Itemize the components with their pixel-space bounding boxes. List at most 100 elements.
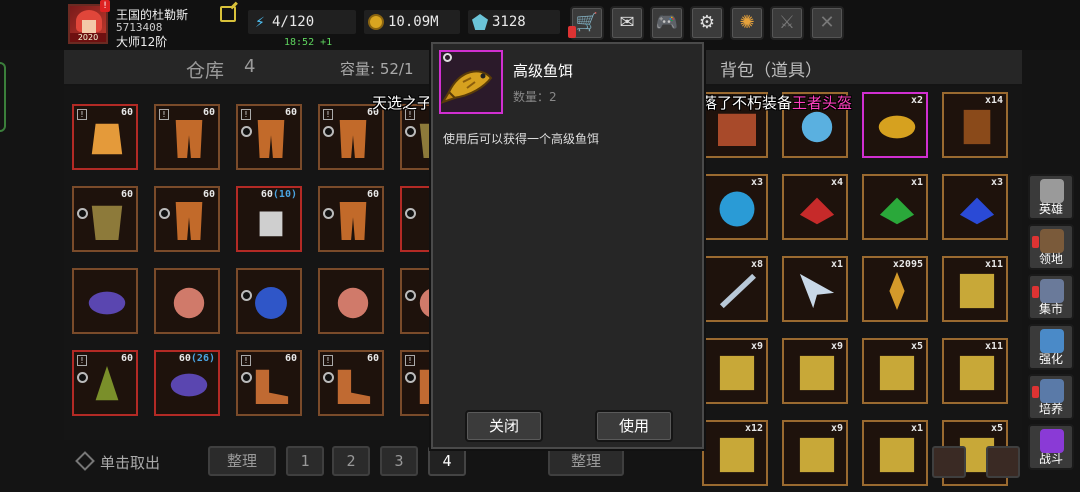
gem-icon [472,14,488,30]
warehouse-slot[interactable]: 60! [318,104,384,170]
warehouse-slot[interactable]: 60 [154,186,220,252]
page-button-3[interactable]: 3 [380,446,418,476]
page-button-4[interactable]: 4 [428,446,466,476]
warehouse-slot[interactable] [318,268,384,334]
sword-button[interactable]: ⚔ [770,6,804,40]
select-circle-icon[interactable] [405,290,416,301]
nav-flask-button[interactable]: 培养 [1028,374,1074,420]
nav-anvil-button[interactable]: 强化 [1028,324,1074,370]
pin-icon [443,53,452,62]
nav-portal-button[interactable]: 战斗 [1028,424,1074,470]
warehouse-slot[interactable]: 60(26) [154,350,220,416]
warehouse-slot[interactable]: 60! [72,350,138,416]
ring-icon [337,287,369,319]
energy-value: 4/120 [272,14,315,30]
backpack-slot[interactable]: x11 [942,338,1008,404]
crossed-swords-button[interactable]: ✕ [810,6,844,40]
nav-helmet-button[interactable]: 英雄 [1028,174,1074,220]
backpack-slot[interactable]: x3 [702,174,768,240]
select-circle-icon[interactable] [159,208,170,219]
greaves-icon [175,120,203,158]
select-circle-icon[interactable] [405,126,416,137]
backpack-slot[interactable]: x9 [782,338,848,404]
page-button-1[interactable]: 1 [286,446,324,476]
warehouse-slot[interactable]: 60! [154,104,220,170]
select-circle-icon[interactable] [241,290,252,301]
select-circle-icon[interactable] [323,372,334,383]
select-circle-icon[interactable] [77,372,88,383]
stack-count: x14 [984,95,1003,106]
stack-count: x1 [910,423,923,434]
shop-button[interactable]: 🛒 [568,6,604,40]
warehouse-slot[interactable]: 60 [318,186,384,252]
energy-counter: ⚡ 4/120 [248,10,356,34]
close-button[interactable]: 关闭 [465,410,543,442]
click-take-out-label: 单击取出 [100,454,161,472]
backpack-slot[interactable]: x2095 [862,256,928,322]
warehouse-slot[interactable] [154,268,220,334]
warehouse-slot[interactable]: 60! [318,350,384,416]
backpack-title: 背包（道具） [720,61,822,81]
warehouse-slot[interactable]: 60! [236,350,302,416]
backpack-sort-button[interactable]: 整理 [548,446,624,476]
select-circle-icon[interactable] [323,208,334,219]
warehouse-slot[interactable]: 60! [236,104,302,170]
armor-shortcut-button[interactable] [932,446,966,478]
book-icon [963,109,991,145]
pinwheel-button[interactable]: ✺ [730,6,764,40]
gamepad-button[interactable]: 🎮 [650,6,684,40]
backpack-slot[interactable]: x2 [862,92,928,158]
use-button[interactable]: 使用 [595,410,673,442]
nav-castle-button[interactable]: 领地 [1028,224,1074,270]
backpack-grid: x2 x14 x3 x4 x1 x3 x8 x1 x2095 x11 x9 x9 x5 x11 x12 x9 x… [702,86,1022,486]
select-circle-icon[interactable] [405,208,416,219]
backpack-slot[interactable]: x1 [862,174,928,240]
nav-label: 英雄 [1038,202,1063,216]
select-circle-icon[interactable] [241,372,252,383]
settings-button[interactable]: ⚙ [690,6,724,40]
warehouse-slot[interactable]: 60 [72,186,138,252]
gold-value: 10.09M [388,14,439,30]
page-button-2[interactable]: 2 [332,446,370,476]
warehouse-slot[interactable] [236,268,302,334]
select-circle-icon[interactable] [241,126,252,137]
stack-count: 60 [284,353,297,364]
edit-name-icon[interactable] [220,6,236,22]
backpack-slot[interactable]: x1 [782,256,848,322]
item-dialog: 高级鱼饵 数量：2 使用后可以获得一个高级鱼饵 关闭 使用 [431,42,704,449]
backpack-slot[interactable]: x4 [782,174,848,240]
warehouse-page-number: 4 [244,56,256,77]
nav-label: 培养 [1038,402,1063,416]
backpack-slot[interactable]: x8 [702,256,768,322]
bonus-count: (10) [272,189,297,200]
exclamation-icon: ! [77,109,87,120]
gold-coin-icon [368,14,384,30]
stack-count: 60 [202,107,215,118]
nav-market-button[interactable]: 集市 [1028,274,1074,320]
avatar[interactable]: 2020 ! [68,0,110,44]
alert-dot [1032,386,1039,398]
backpack-slot[interactable]: x5 [862,338,928,404]
nav-label: 强化 [1038,352,1063,366]
warehouse-sort-button[interactable]: 整理 [208,446,276,476]
backpack-slot[interactable]: x3 [942,174,1008,240]
broadcast-highlight: 王者头盔 [792,94,853,112]
stack-count: x9 [830,341,843,352]
select-circle-icon[interactable] [323,126,334,137]
avatar-badge: 2020 [70,33,106,42]
chest-icon [718,113,756,146]
select-circle-icon[interactable] [405,372,416,383]
backpack-slot[interactable]: x9 [702,338,768,404]
warehouse-slot[interactable]: 60(10) [236,186,302,252]
mail-button[interactable]: ✉ [610,6,644,40]
backpack-slot[interactable]: x11 [942,256,1008,322]
exclamation-icon: ! [323,109,333,120]
backpack-slot[interactable]: x14 [942,92,1008,158]
warehouse-slot[interactable]: 60! [72,104,138,170]
stack-count: 60 [202,189,215,200]
left-edge-tab[interactable] [0,62,6,132]
boots-shortcut-button[interactable] [986,446,1020,478]
warehouse-slot[interactable] [72,268,138,334]
select-circle-icon[interactable] [77,208,88,219]
crossed-swords-icon: ✕ [819,12,835,33]
